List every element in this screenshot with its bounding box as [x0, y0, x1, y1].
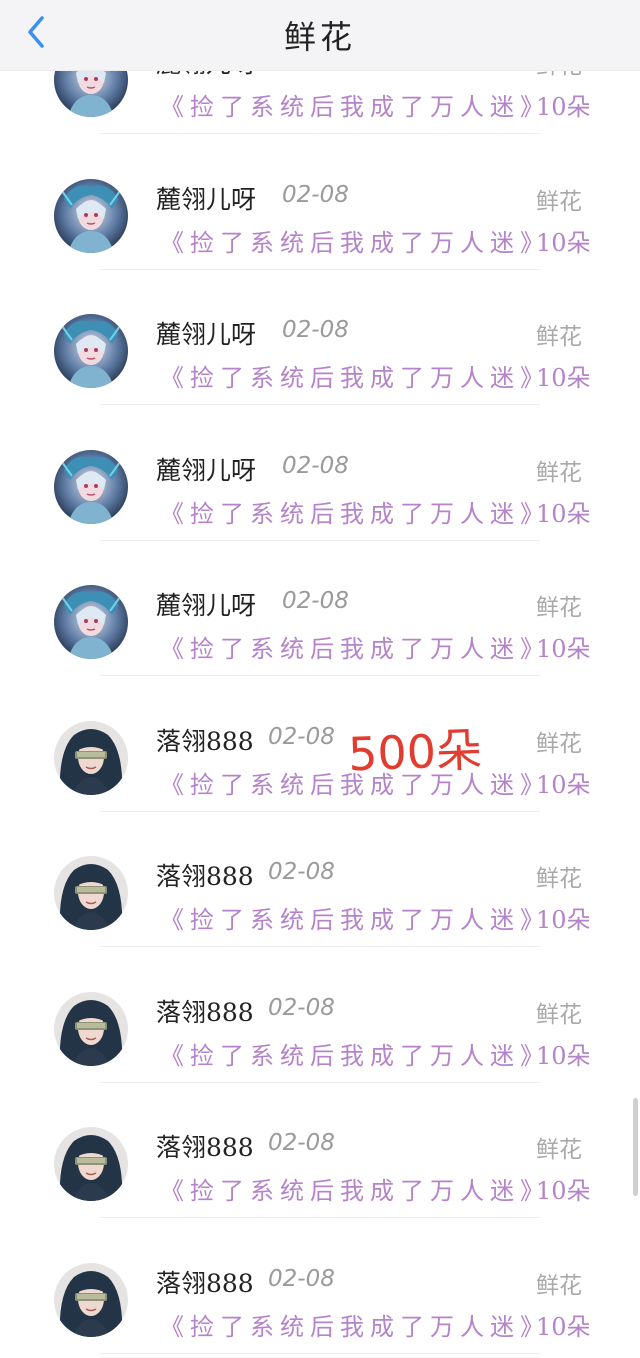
gift-type: 鲜花 [536, 866, 582, 892]
divider [100, 1352, 540, 1354]
avatar[interactable] [54, 585, 128, 659]
gift-type: 鲜花 [536, 1137, 582, 1163]
gift-type: 鲜花 [536, 595, 582, 621]
handwritten-annotation: 500朵 [347, 722, 483, 782]
user-name[interactable]: 麓翎儿呀 [156, 180, 256, 216]
book-title[interactable]: 《捡了系统后我成了万人迷》 [160, 1036, 550, 1071]
divider [100, 539, 540, 541]
book-title[interactable]: 《捡了系统后我成了万人迷》 [160, 629, 550, 664]
list-item[interactable]: 落翎888 02-08 《捡了系统后我成了万人迷》 鲜花 10朵 [0, 949, 640, 1084]
user-name[interactable]: 麓翎儿呀 [156, 451, 256, 487]
gift-type: 鲜花 [536, 730, 582, 757]
gift-count: 10朵 [536, 770, 591, 799]
gift-date: 02-08 [282, 181, 349, 208]
divider [100, 133, 540, 134]
avatar[interactable] [54, 1127, 128, 1201]
book-title[interactable]: 《捡了系统后我成了万人迷》 [160, 358, 550, 393]
divider [100, 675, 540, 676]
gift-count: 10朵 [536, 228, 591, 257]
gift-count: 10朵 [536, 364, 591, 392]
divider [100, 1081, 540, 1083]
gift-count: 10朵 [536, 906, 591, 934]
avatar[interactable] [54, 991, 128, 1066]
book-title[interactable]: 《捡了系统后我成了万人迷》 [160, 900, 550, 935]
user-name[interactable]: 麓翎儿呀 [156, 315, 256, 351]
gift-date: 02-08 [282, 317, 349, 343]
user-name[interactable]: 落翎888 [156, 857, 254, 893]
list-item[interactable]: 落翎888 02-08 《捡了系统后我成了万人迷》 鲜花 10朵 [0, 1220, 640, 1355]
user-name[interactable]: 麓翎儿呀 [156, 586, 256, 622]
list-item[interactable]: 麓翎儿呀 02-08 《捡了系统后我成了万人迷》 鲜花 10朵 [0, 271, 640, 406]
book-title[interactable]: 《捡了系统后我成了万人迷》 [160, 87, 550, 122]
gift-count: 10朵 [536, 93, 591, 121]
list-item[interactable]: 麓翎儿呀 02-08 《捡了系统后我成了万人迷》 鲜花 10朵 [0, 407, 640, 542]
list-item[interactable]: 落翎888 02-08 《捡了系统后我成了万人迷》 鲜花 10朵 [0, 678, 640, 813]
gift-date: 02-08 [268, 1130, 335, 1156]
book-title[interactable]: 《捡了系统后我成了万人迷》 [160, 494, 550, 529]
divider [100, 268, 540, 270]
list-item[interactable]: 麓翎儿呀 02-08 《捡了系统后我成了万人迷》 鲜花 10朵 [0, 136, 640, 271]
divider [100, 1217, 540, 1218]
avatar[interactable] [54, 1262, 128, 1337]
list-item[interactable]: 落翎888 02-08 《捡了系统后我成了万人迷》 鲜花 10朵 [0, 1084, 640, 1219]
gift-count: 10朵 [536, 1041, 591, 1070]
user-name[interactable]: 落翎888 [156, 722, 254, 758]
gift-count: 10朵 [536, 635, 591, 663]
gift-date: 02-08 [268, 1265, 335, 1292]
list-item[interactable]: 麓翎儿呀 02-08 《捡了系统后我成了万人迷》 鲜花 10朵 [0, 542, 640, 677]
gift-date: 02-08 [268, 994, 335, 1021]
book-title[interactable]: 《捡了系统后我成了万人迷》 [160, 223, 550, 258]
scrollbar[interactable] [633, 1098, 638, 1196]
divider [100, 404, 540, 405]
avatar[interactable] [54, 314, 128, 388]
top-nav-bar: 鲜花 [0, 0, 640, 71]
gift-type: 鲜花 [536, 324, 582, 350]
gift-date: 02-08 [282, 452, 349, 479]
avatar[interactable] [54, 856, 128, 930]
divider [100, 946, 540, 947]
gift-count: 10朵 [536, 499, 591, 528]
gift-date: 02-08 [268, 859, 335, 885]
avatar[interactable] [54, 178, 128, 253]
avatar[interactable] [54, 720, 128, 795]
gift-type: 鲜花 [536, 459, 582, 486]
list-item[interactable]: 落翎888 02-08 《捡了系统后我成了万人迷》 鲜花 10朵 [0, 813, 640, 948]
gift-type: 鲜花 [536, 188, 582, 215]
book-title[interactable]: 《捡了系统后我成了万人迷》 [160, 1171, 550, 1206]
gift-date: 02-08 [282, 588, 349, 614]
book-title[interactable]: 《捡了系统后我成了万人迷》 [160, 1307, 550, 1342]
gift-count: 10朵 [536, 1312, 591, 1341]
page-title: 鲜花 [283, 18, 356, 56]
gift-date: 02-08 [268, 723, 335, 750]
user-name[interactable]: 落翎888 [156, 1128, 254, 1164]
avatar[interactable] [54, 449, 128, 524]
user-name[interactable]: 落翎888 [156, 1264, 254, 1300]
user-name[interactable]: 落翎888 [156, 993, 254, 1029]
gift-type: 鲜花 [536, 1272, 582, 1299]
divider [100, 810, 540, 812]
gift-count: 10朵 [536, 1177, 591, 1205]
gift-type: 鲜花 [536, 1001, 582, 1028]
